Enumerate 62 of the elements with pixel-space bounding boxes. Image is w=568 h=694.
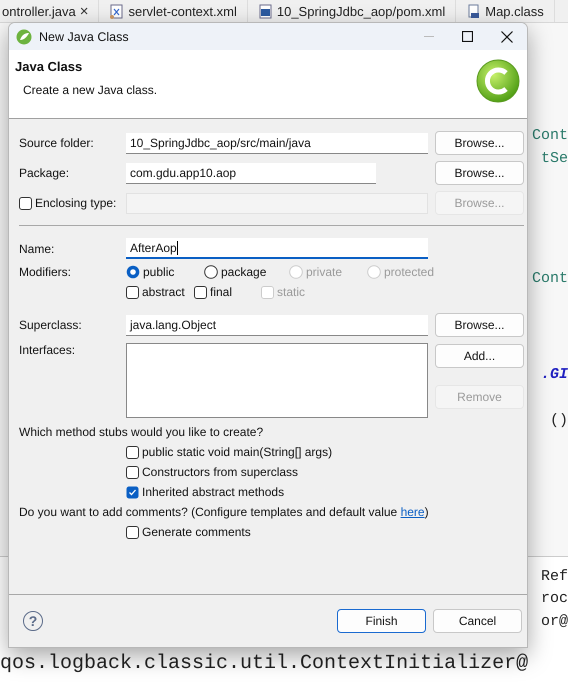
option-label: static xyxy=(277,285,306,299)
field-label: Superclass: xyxy=(19,318,83,332)
field-label: Package: xyxy=(19,166,70,180)
interfaces-list[interactable] xyxy=(126,343,428,418)
code-text: Ref xyxy=(540,568,568,585)
name-field[interactable]: AfterAop xyxy=(126,238,428,259)
close-tab-button[interactable]: × xyxy=(80,2,88,20)
checkbox[interactable] xyxy=(126,526,139,538)
radio-button[interactable] xyxy=(204,265,218,279)
cancel-button[interactable]: Cancel xyxy=(433,609,522,633)
option-label: package xyxy=(221,265,266,279)
question-text: Which method stubs would you like to create? xyxy=(19,425,264,439)
finish-button[interactable]: Finish xyxy=(337,609,426,633)
code-text: tSe xyxy=(540,150,568,167)
code-text: roc xyxy=(540,590,568,607)
browse-button[interactable]: Browse... xyxy=(435,313,524,337)
superclass-field[interactable]: java.lang.Object xyxy=(126,314,428,336)
checkbox[interactable] xyxy=(126,466,139,478)
code-text: Cont xyxy=(532,270,568,287)
checkbox[interactable] xyxy=(126,286,139,298)
option-label: abstract xyxy=(142,285,185,299)
add-button[interactable]: Add... xyxy=(435,344,524,368)
help-icon[interactable]: ? xyxy=(23,611,43,631)
code-text: or@ xyxy=(540,613,568,630)
here-link[interactable]: here xyxy=(400,505,425,519)
code-text: Cont xyxy=(532,127,568,144)
option-label: Generate comments xyxy=(142,525,251,539)
radio-button[interactable] xyxy=(126,265,140,279)
code-text: () xyxy=(550,412,568,429)
source-folder-field[interactable]: 10_SpringJdbc_aop/src/main/java xyxy=(126,132,428,154)
maven-file-icon xyxy=(258,4,273,18)
option-label: public static void main(String[] args) xyxy=(142,445,332,459)
page-description: Create a new Java class. xyxy=(23,83,158,97)
code-text: .GI xyxy=(540,366,568,383)
option-label: private xyxy=(306,265,342,279)
field-label: Name: xyxy=(19,242,56,256)
question-text: Do you want to add comments? (Configure templates and default value xyxy=(19,505,398,519)
option-label: final xyxy=(210,285,232,299)
question-text: ) xyxy=(424,505,429,519)
checkbox[interactable] xyxy=(194,286,207,298)
option-label: public xyxy=(143,265,174,279)
maximize-icon[interactable] xyxy=(462,31,473,42)
class-logo-icon xyxy=(476,59,520,103)
checkbox[interactable] xyxy=(126,446,139,458)
field-label: Interfaces: xyxy=(19,343,76,357)
window-title: New Java Class xyxy=(39,30,130,44)
option-label: Inherited abstract methods xyxy=(142,485,284,499)
browse-button[interactable]: Browse... xyxy=(435,131,524,155)
field-label: Enclosing type: xyxy=(35,196,116,210)
page-heading: Java Class xyxy=(15,59,82,74)
browse-button[interactable]: Browse... xyxy=(435,161,524,185)
checkbox[interactable] xyxy=(126,486,139,498)
option-label: protected xyxy=(384,265,434,279)
xml-file-icon xyxy=(109,4,124,18)
option-label: Constructors from superclass xyxy=(142,465,298,479)
field-label: Source folder: xyxy=(19,136,95,150)
close-icon[interactable] xyxy=(501,30,513,42)
class-file-icon xyxy=(466,4,482,18)
console-text: qos.logback.classic.util.ContextInitializer@ xyxy=(0,652,528,675)
package-field[interactable]: com.gdu.app10.aop xyxy=(126,162,376,184)
leaf-icon xyxy=(16,28,32,44)
field-label: Modifiers: xyxy=(19,265,72,279)
